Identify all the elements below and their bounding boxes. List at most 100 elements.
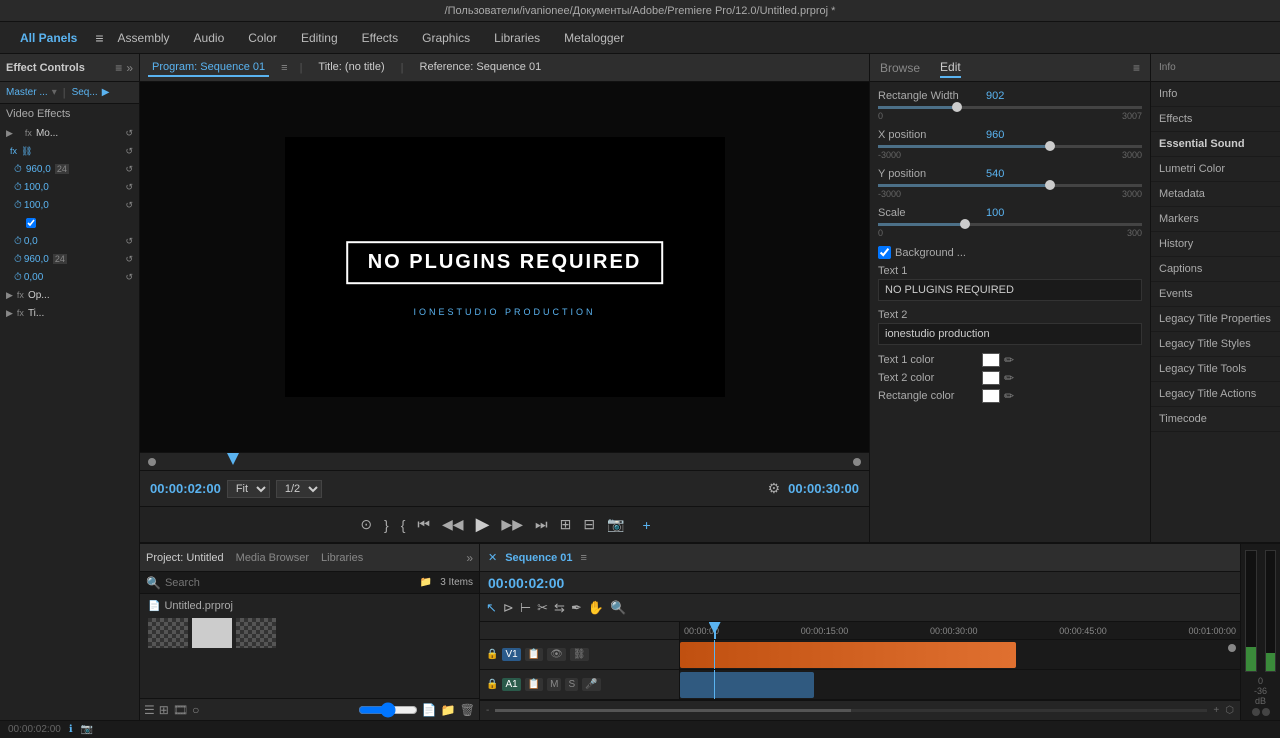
add-marker-icon[interactable]: + xyxy=(642,517,650,533)
pos1-value[interactable]: 960,0 xyxy=(26,164,51,175)
mark-in-icon[interactable]: ⊙ xyxy=(358,514,374,535)
nav-color[interactable]: Color xyxy=(238,27,287,49)
y-pos-value[interactable]: 540 xyxy=(986,168,1004,180)
new-folder-icon[interactable]: 📁 xyxy=(420,577,432,588)
nav-all-panels[interactable]: All Panels xyxy=(10,27,87,49)
playhead-marker[interactable] xyxy=(227,453,239,465)
info-item-legacy-title-actions[interactable]: Legacy Title Actions xyxy=(1151,382,1280,407)
info-item-captions[interactable]: Captions xyxy=(1151,257,1280,282)
master-dropdown[interactable]: Master ... xyxy=(6,87,48,98)
info-item-info[interactable]: Info xyxy=(1151,82,1280,107)
v1-toggle-icon[interactable]: 📋 xyxy=(525,648,543,661)
zoom-tool-icon[interactable]: 🔍 xyxy=(610,600,626,616)
audio-clip[interactable] xyxy=(680,672,814,698)
scale-param-value[interactable]: 100 xyxy=(986,207,1004,219)
current-time-display[interactable]: 00:00:02:00 xyxy=(150,481,221,496)
text2-value[interactable]: ionestudio production xyxy=(878,323,1142,345)
a1-solo-icon[interactable]: S xyxy=(565,678,578,691)
expand-opacity-icon[interactable]: ▶ xyxy=(6,290,13,301)
nav-metalogger[interactable]: Metalogger xyxy=(554,27,634,49)
project-tab-main[interactable]: Project: Untitled xyxy=(146,552,224,564)
new-folder-btn[interactable]: 📁 xyxy=(441,703,456,717)
new-item-icon[interactable]: 📄 xyxy=(422,703,437,717)
zoom-bar[interactable] xyxy=(495,709,1207,712)
insert-icon[interactable]: ⊞ xyxy=(558,514,574,535)
list-view-icon[interactable]: ☰ xyxy=(144,703,155,717)
flicker-val[interactable]: 0,00 xyxy=(24,272,43,283)
y-pos-slider[interactable] xyxy=(878,184,1142,187)
rect-eyedropper-icon[interactable]: ✏ xyxy=(1004,389,1014,403)
info-item-history[interactable]: History xyxy=(1151,232,1280,257)
a1-lock-icon[interactable]: 🔒 xyxy=(486,679,498,690)
v1-chain-icon[interactable]: ⛓ xyxy=(570,648,589,661)
v1-lock-icon[interactable]: 🔒 xyxy=(486,649,498,660)
rect-width-slider[interactable] xyxy=(878,106,1142,109)
info-item-metadata[interactable]: Metadata xyxy=(1151,182,1280,207)
reset-scale-icon[interactable]: ↺ xyxy=(125,182,133,193)
nav-graphics[interactable]: Graphics xyxy=(412,27,480,49)
file-name[interactable]: Untitled.prproj xyxy=(164,600,232,612)
text1-value[interactable]: NO PLUGINS REQUIRED xyxy=(878,279,1142,301)
graphics-menu-icon[interactable]: ≡ xyxy=(1133,61,1140,75)
info-item-legacy-title-tools[interactable]: Legacy Title Tools xyxy=(1151,357,1280,382)
monitor-menu-icon[interactable]: ≡ xyxy=(281,62,287,74)
ripple-edit-icon[interactable]: ⊢ xyxy=(520,600,531,616)
a1-toggle-icon[interactable]: 📋 xyxy=(525,678,543,691)
overwrite-icon[interactable]: ⊟ xyxy=(581,514,597,535)
x-pos-value[interactable]: 960 xyxy=(986,129,1004,141)
nav-menu-icon[interactable]: ≡ xyxy=(95,30,103,46)
fraction-select[interactable]: 1/2 xyxy=(276,480,322,498)
track-select-icon[interactable]: ⊳ xyxy=(503,600,514,616)
zoom-out-icon[interactable]: - xyxy=(486,705,489,716)
nav-editing[interactable]: Editing xyxy=(291,27,348,49)
nav-libraries[interactable]: Libraries xyxy=(484,27,550,49)
info-item-legacy-title-styles[interactable]: Legacy Title Styles xyxy=(1151,332,1280,357)
reset-pos1-icon[interactable]: ↺ xyxy=(125,164,133,175)
meter-btn-r[interactable] xyxy=(1262,708,1270,716)
nav-assembly[interactable]: Assembly xyxy=(108,27,180,49)
step-fwd-icon[interactable]: ▶▶ xyxy=(499,514,525,535)
zoom-slider[interactable] xyxy=(358,702,418,718)
anchor-val[interactable]: 960,0 xyxy=(24,254,49,265)
browse-tab[interactable]: Browse xyxy=(880,59,920,77)
uniform-scale-checkbox[interactable] xyxy=(26,218,36,228)
text1-color-swatch[interactable] xyxy=(982,353,1000,367)
rewind-icon[interactable]: ⏮ xyxy=(415,514,432,535)
timeline-tab[interactable]: Sequence 01 xyxy=(505,552,572,564)
expand-icon[interactable]: ▶ xyxy=(6,128,13,139)
scale-slider[interactable] xyxy=(878,223,1142,226)
project-expand-icon[interactable]: » xyxy=(466,551,473,565)
hand-icon[interactable]: ✋ xyxy=(588,600,604,616)
reset-scalew-icon[interactable]: ↺ xyxy=(125,200,133,211)
status-info-icon[interactable]: ℹ xyxy=(69,724,73,735)
fast-fwd-icon[interactable]: ⏭ xyxy=(533,514,550,535)
background-checkbox[interactable] xyxy=(878,246,891,259)
meter-btn-l[interactable] xyxy=(1252,708,1260,716)
text1-eyedropper-icon[interactable]: ✏ xyxy=(1004,353,1014,367)
video-clip[interactable] xyxy=(680,642,1016,668)
info-item-legacy-title-props[interactable]: Legacy Title Properties xyxy=(1151,307,1280,332)
camera-icon[interactable]: 📷 xyxy=(605,514,626,535)
rect-color-swatch[interactable] xyxy=(982,389,1000,403)
mark-out-icon[interactable]: } xyxy=(382,515,391,535)
nav-effects[interactable]: Effects xyxy=(352,27,408,49)
slip-icon[interactable]: ⇆ xyxy=(554,600,565,616)
reset-flicker-icon[interactable]: ↺ xyxy=(125,272,133,283)
nav-audio[interactable]: Audio xyxy=(184,27,235,49)
scalew-val[interactable]: 100,0 xyxy=(24,200,49,211)
v1-eye-icon[interactable]: 👁 xyxy=(547,648,566,661)
razor-icon[interactable]: ✂ xyxy=(537,600,548,616)
a1-mute-icon[interactable]: M xyxy=(547,678,561,691)
panel-menu-icon[interactable]: ≡ xyxy=(115,61,122,75)
rect-width-value[interactable]: 902 xyxy=(986,90,1004,102)
info-item-timecode[interactable]: Timecode xyxy=(1151,407,1280,432)
info-item-effects[interactable]: Effects xyxy=(1151,107,1280,132)
timeline-current-time[interactable]: 00:00:02:00 xyxy=(488,575,564,591)
search-input[interactable] xyxy=(165,577,416,589)
info-item-essential-sound[interactable]: Essential Sound xyxy=(1151,132,1280,157)
mark-clip-icon[interactable]: { xyxy=(399,515,408,535)
rot-val[interactable]: 0,0 xyxy=(24,236,38,247)
settings-icon[interactable]: ⚙ xyxy=(766,478,783,499)
a1-mic-icon[interactable]: 🎤 xyxy=(582,678,600,691)
pen-icon[interactable]: ✒ xyxy=(571,600,582,616)
